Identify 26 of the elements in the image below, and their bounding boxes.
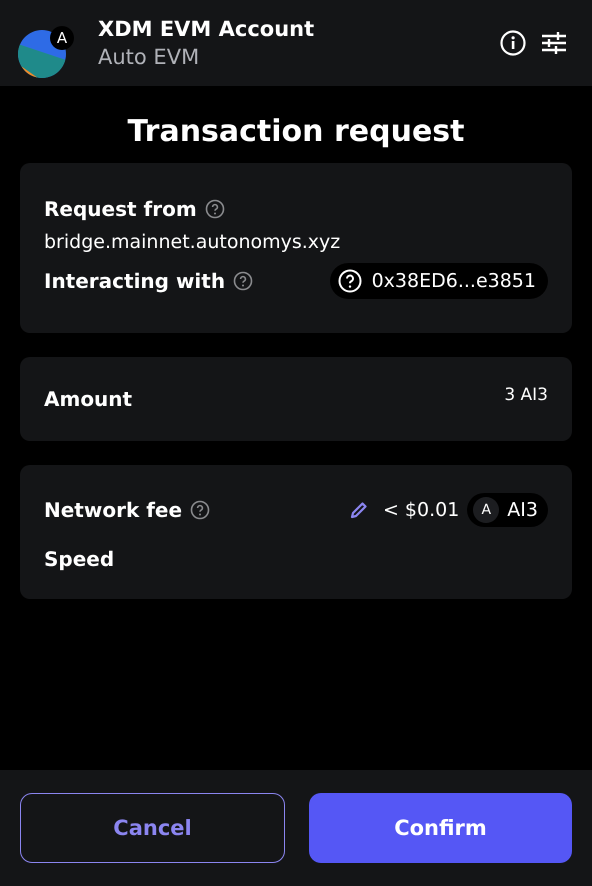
page-title: Transaction request <box>126 114 466 149</box>
help-icon[interactable] <box>233 271 254 291</box>
account-name: XDM EVM Account <box>98 17 316 41</box>
contract-pill[interactable]: 0x38ED6...e3851 <box>330 263 548 299</box>
question-icon <box>338 269 362 293</box>
help-icon[interactable] <box>190 500 210 520</box>
fee-value: < $0.01 <box>382 499 460 521</box>
network-name: Auto EVM <box>98 45 200 69</box>
help-icon[interactable] <box>204 199 225 219</box>
field-label: Speed <box>44 547 116 571</box>
field-label: Request from <box>44 197 197 221</box>
field-label: Interacting with <box>44 269 226 293</box>
origin-url: bridge.mainnet.autonomys.xyz <box>44 231 342 253</box>
account-avatar-icon <box>18 30 66 78</box>
confirm-button[interactable]: Confirm <box>309 793 572 863</box>
token-badge: A <box>473 497 500 523</box>
field-label: Network fee <box>44 498 182 522</box>
info-icon[interactable] <box>500 30 526 56</box>
contract-address: 0x38ED6...e3851 <box>372 270 536 292</box>
amount-value: 3 AI3 <box>504 385 548 405</box>
settings-icon[interactable] <box>542 31 566 55</box>
pencil-icon[interactable] <box>348 500 369 520</box>
token-symbol: AI3 <box>507 499 538 521</box>
cancel-button[interactable]: Cancel <box>20 793 285 863</box>
field-label: Amount <box>44 387 132 411</box>
avatar-badge: A <box>50 26 74 50</box>
